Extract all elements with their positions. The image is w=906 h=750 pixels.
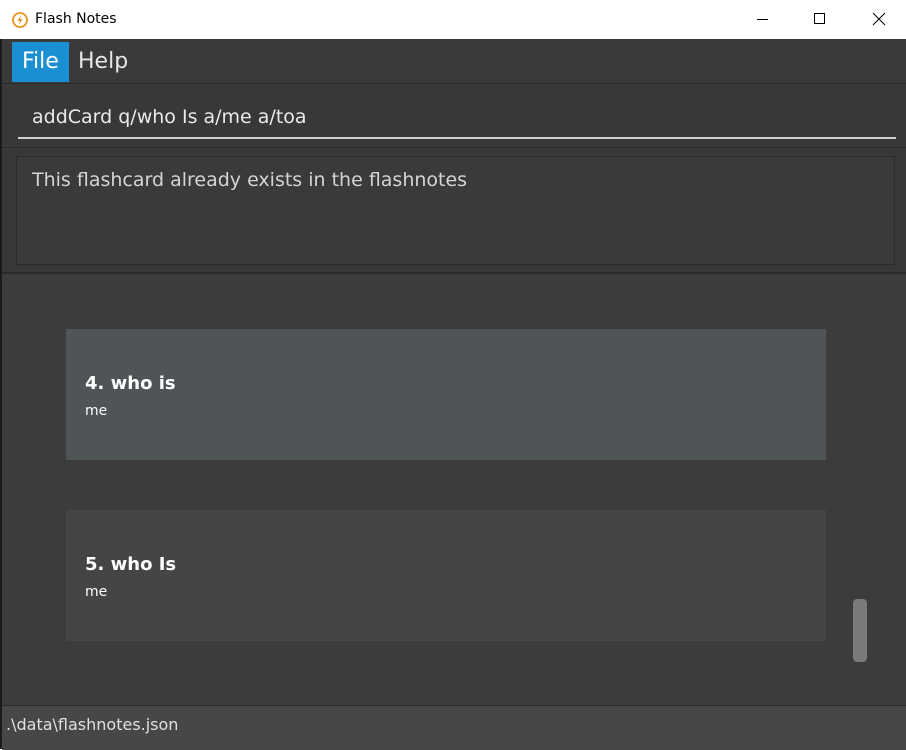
menu-bar: File Help bbox=[2, 39, 906, 84]
lightning-bolt-icon bbox=[12, 12, 28, 28]
flashcard-list: 4. who is me 5. who Is me bbox=[2, 274, 906, 704]
close-icon bbox=[872, 12, 886, 26]
flashcard-item[interactable]: 5. who Is me bbox=[66, 510, 826, 641]
command-input[interactable] bbox=[18, 96, 896, 139]
flashcard-question: 5. who Is bbox=[85, 554, 177, 575]
flashcard-answer: me bbox=[85, 403, 108, 419]
window-title: Flash Notes bbox=[35, 11, 117, 27]
maximize-icon bbox=[814, 13, 825, 24]
flashcard-answer: me bbox=[85, 584, 108, 600]
result-message: This flashcard already exists in the fla… bbox=[32, 169, 468, 191]
save-location-path: .\data\flashnotes.json bbox=[6, 715, 179, 734]
result-display: This flashcard already exists in the fla… bbox=[2, 148, 906, 274]
menu-help[interactable]: Help bbox=[68, 42, 138, 82]
result-box[interactable]: This flashcard already exists in the fla… bbox=[16, 156, 895, 265]
flashcard-question: 4. who is bbox=[85, 373, 176, 394]
status-bar: .\data\flashnotes.json bbox=[2, 705, 906, 750]
minimize-button[interactable] bbox=[740, 0, 786, 39]
title-bar: Flash Notes bbox=[0, 0, 906, 39]
minimize-icon bbox=[757, 19, 768, 20]
close-button[interactable] bbox=[856, 0, 902, 39]
menu-file[interactable]: File bbox=[12, 42, 69, 82]
maximize-button[interactable] bbox=[797, 0, 843, 39]
list-scrollbar-thumb[interactable] bbox=[853, 599, 867, 662]
flashcard-item[interactable]: 4. who is me bbox=[66, 329, 826, 460]
command-box bbox=[2, 84, 906, 148]
